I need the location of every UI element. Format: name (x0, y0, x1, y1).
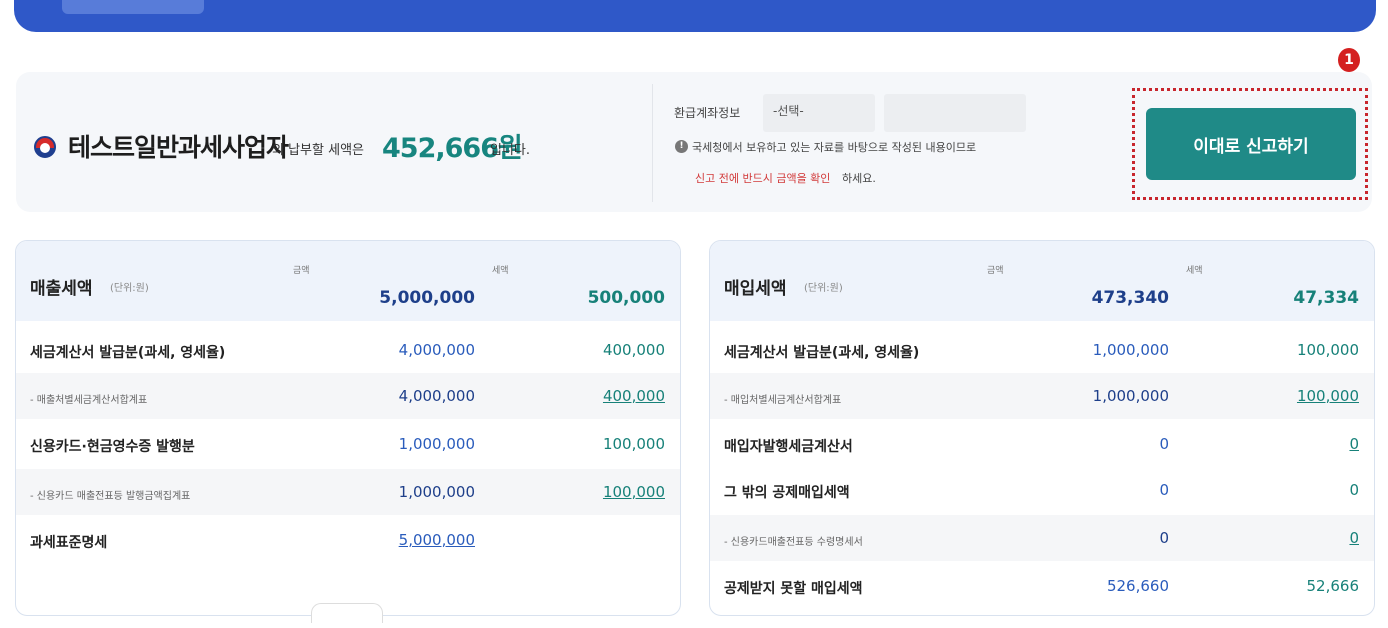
table-row: 세금계산서 발급분(과세, 영세율) 1,000,000 100,000 (710, 327, 1374, 373)
sales-unit-label: (단위:원) (110, 283, 149, 294)
purchase-tax-title: 매입세액 (724, 279, 787, 299)
payable-suffix: 입니다. (490, 143, 531, 158)
government-emblem-icon (34, 136, 56, 158)
row-tax-link[interactable]: 0 (1199, 435, 1359, 453)
sales-tax-col: 세액 (492, 266, 509, 276)
row-amount: 0 (1159, 529, 1169, 547)
purchase-unit-label: (단위:원) (804, 283, 843, 294)
row-amount: 1,000,000 (398, 483, 475, 501)
sales-amount-col: 금액 (293, 266, 310, 276)
row-tax-link[interactable]: 100,000 (505, 483, 665, 501)
warning-suffix: 하세요. (842, 172, 876, 185)
row-label: - 신용카드매출전표등 수령명세서 (724, 537, 863, 548)
refund-account-input[interactable] (884, 94, 1026, 132)
row-label: - 매입처별세금계산서합계표 (724, 395, 842, 406)
row-amount: 4,000,000 (398, 341, 475, 359)
row-label: 그 밖의 공제매입세액 (724, 485, 850, 501)
row-amount: 1,000,000 (1092, 387, 1169, 405)
sales-total-tax: 500,000 (587, 288, 665, 308)
top-banner (14, 0, 1376, 32)
row-label: 과세표준명세 (30, 535, 108, 551)
row-amount: 1,000,000 (398, 435, 475, 453)
refund-account-label: 환급계좌정보 (674, 106, 741, 120)
row-amount: 526,660 (1106, 577, 1169, 595)
warning-highlight: 신고 전에 반드시 금액을 확인 (695, 172, 831, 185)
info-notice: 국세청에서 보유하고 있는 자료를 바탕으로 작성된 내용이므로 (692, 141, 977, 154)
top-banner-tab[interactable] (62, 0, 204, 14)
row-tax-link[interactable]: 100,000 (1199, 387, 1359, 405)
table-row: 과세표준명세 5,000,000 (16, 517, 680, 563)
table-row: - 매출처별세금계산서합계표 4,000,000 400,000 (16, 373, 680, 419)
purchase-total-tax: 47,334 (1293, 288, 1359, 308)
purchase-total-amount: 473,340 (1091, 288, 1169, 308)
table-row: - 신용카드매출전표등 수령명세서 0 0 (710, 515, 1374, 561)
company-name: 테스트일반과세사업자 (68, 133, 289, 162)
row-tax: 52,666 (1306, 577, 1360, 595)
purchase-tax-header: 매입세액 (단위:원) 금액 세액 473,340 47,334 (710, 241, 1374, 321)
row-label: 신용카드·현금영수증 발행분 (30, 439, 195, 455)
purchase-tax-panel: 매입세액 (단위:원) 금액 세액 473,340 47,334 세금계산서 발… (709, 240, 1375, 616)
callout-number-badge: 1 (1338, 48, 1360, 72)
row-label: 세금계산서 발급분(과세, 영세율) (30, 345, 226, 361)
table-row: 공제받지 못할 매입세액 526,660 52,666 (710, 563, 1374, 609)
row-tax: 100,000 (1296, 341, 1359, 359)
payable-prefix: 의 납부할 세액은 (272, 143, 364, 158)
row-label: 공제받지 못할 매입세액 (724, 581, 863, 597)
sales-tax-title: 매출세액 (30, 279, 93, 299)
sales-tax-header: 매출세액 (단위:원) 금액 세액 5,000,000 500,000 (16, 241, 680, 321)
refund-bank-select[interactable]: -선택- (763, 94, 875, 132)
table-row: - 매입처별세금계산서합계표 1,000,000 100,000 (710, 373, 1374, 419)
purchase-tax-col: 세액 (1186, 266, 1203, 276)
row-label: 세금계산서 발급분(과세, 영세율) (724, 345, 920, 361)
row-label: - 매출처별세금계산서합계표 (30, 395, 148, 406)
info-icon: ! (675, 140, 688, 153)
row-tax: 0 (1349, 481, 1359, 499)
divider (652, 84, 653, 202)
row-tax: 400,000 (602, 341, 665, 359)
row-amount-link[interactable]: 5,000,000 (315, 531, 475, 549)
row-label: 매입자발행세금계산서 (724, 439, 853, 455)
row-amount: 4,000,000 (398, 387, 475, 405)
table-row: 세금계산서 발급분(과세, 영세율) 4,000,000 400,000 (16, 327, 680, 373)
row-amount: 0 (1159, 481, 1169, 499)
row-tax-link[interactable]: 0 (1199, 529, 1359, 547)
row-tax: 100,000 (602, 435, 665, 453)
row-tax-link[interactable]: 400,000 (505, 387, 665, 405)
sales-tax-panel: 매출세액 (단위:원) 금액 세액 5,000,000 500,000 세금계산… (15, 240, 681, 616)
table-row: - 신용카드 매출전표등 발행금액집계표 1,000,000 100,000 (16, 469, 680, 515)
table-row: 매입자발행세금계산서 0 0 (710, 421, 1374, 467)
row-label: - 신용카드 매출전표등 발행금액집계표 (30, 491, 191, 502)
table-row: 그 밖의 공제매입세액 0 0 (710, 467, 1374, 513)
scroll-handle-tab[interactable] (311, 603, 383, 623)
row-amount: 0 (1159, 435, 1169, 453)
table-row: 신용카드·현금영수증 발행분 1,000,000 100,000 (16, 421, 680, 467)
purchase-amount-col: 금액 (987, 266, 1004, 276)
row-amount: 1,000,000 (1092, 341, 1169, 359)
sales-total-amount: 5,000,000 (379, 288, 475, 308)
submit-report-button[interactable]: 이대로 신고하기 (1146, 108, 1356, 180)
